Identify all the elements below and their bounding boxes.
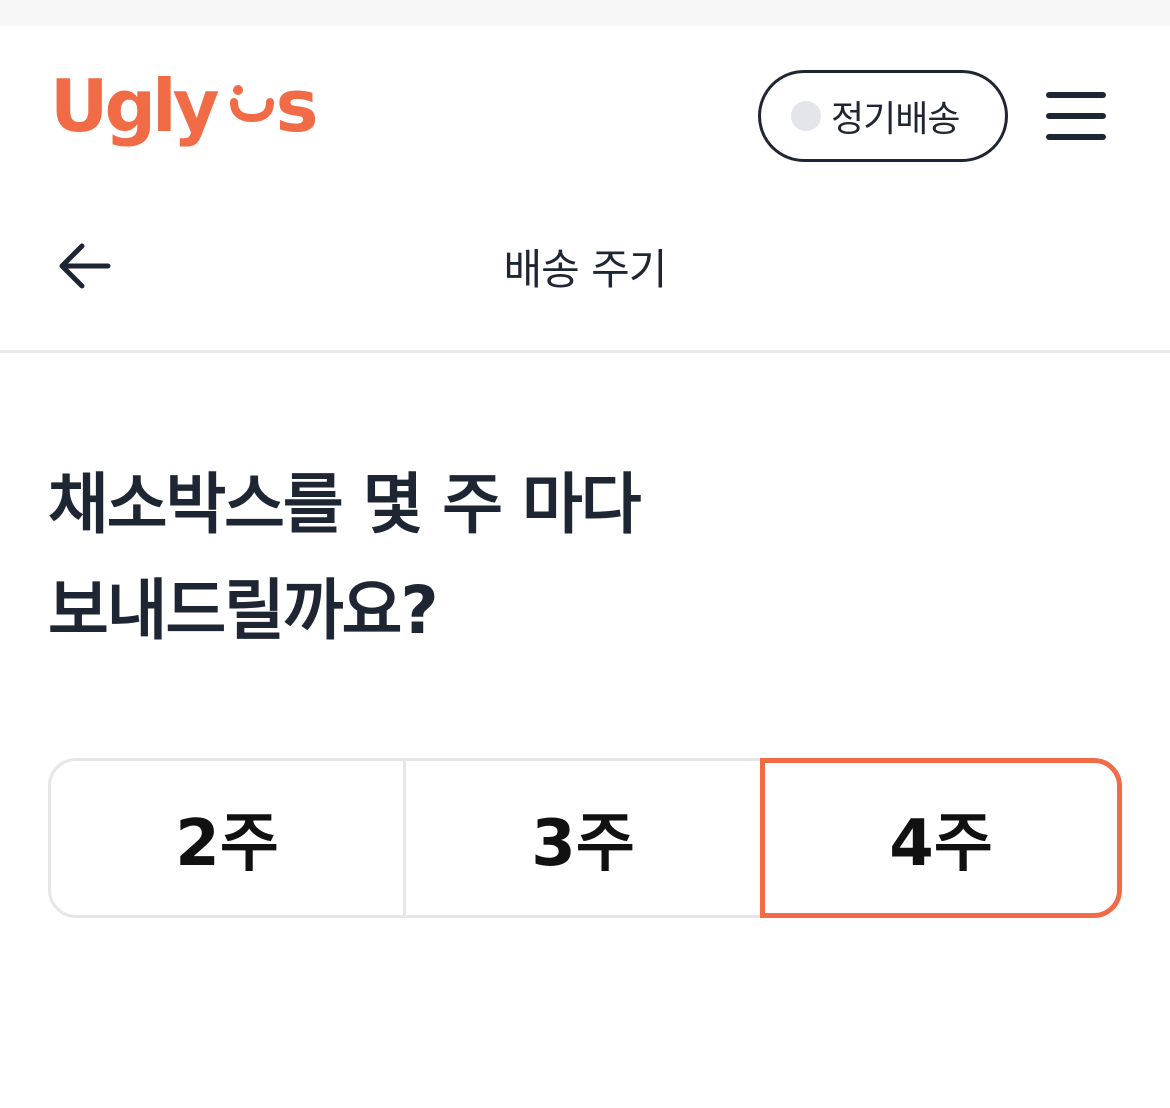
logo-wordmark-s: s: [275, 64, 319, 148]
page-title: 배송 주기: [503, 245, 668, 294]
option-4-weeks-selected[interactable]: 4주: [760, 758, 1122, 918]
app-header: Ugly s 정기배송: [0, 26, 1170, 196]
logo-wordmark-ugly: Ugly: [50, 64, 220, 148]
subscription-toggle-label: 정기배송: [831, 99, 960, 140]
question-line-2: 보내드릴까요?: [48, 572, 439, 649]
smile-icon: [229, 84, 274, 128]
option-2-weeks[interactable]: 2주: [48, 758, 406, 918]
question-heading: 채소박스를 몇 주 마다 보내드릴까요?: [48, 452, 1118, 664]
delivery-interval-selector: 2주 3주 4주: [48, 758, 1122, 918]
question-line-1: 채소박스를 몇 주 마다: [48, 466, 641, 543]
status-bar-strip: [0, 0, 1170, 26]
subscription-toggle-button[interactable]: 정기배송: [758, 70, 1008, 162]
page-nav-bar: 배송 주기: [0, 196, 1170, 353]
brand-logo[interactable]: Ugly s: [50, 66, 318, 156]
toggle-indicator-dot: [791, 101, 821, 131]
hamburger-menu-icon[interactable]: [1044, 88, 1110, 144]
option-3-weeks[interactable]: 3주: [403, 758, 763, 918]
